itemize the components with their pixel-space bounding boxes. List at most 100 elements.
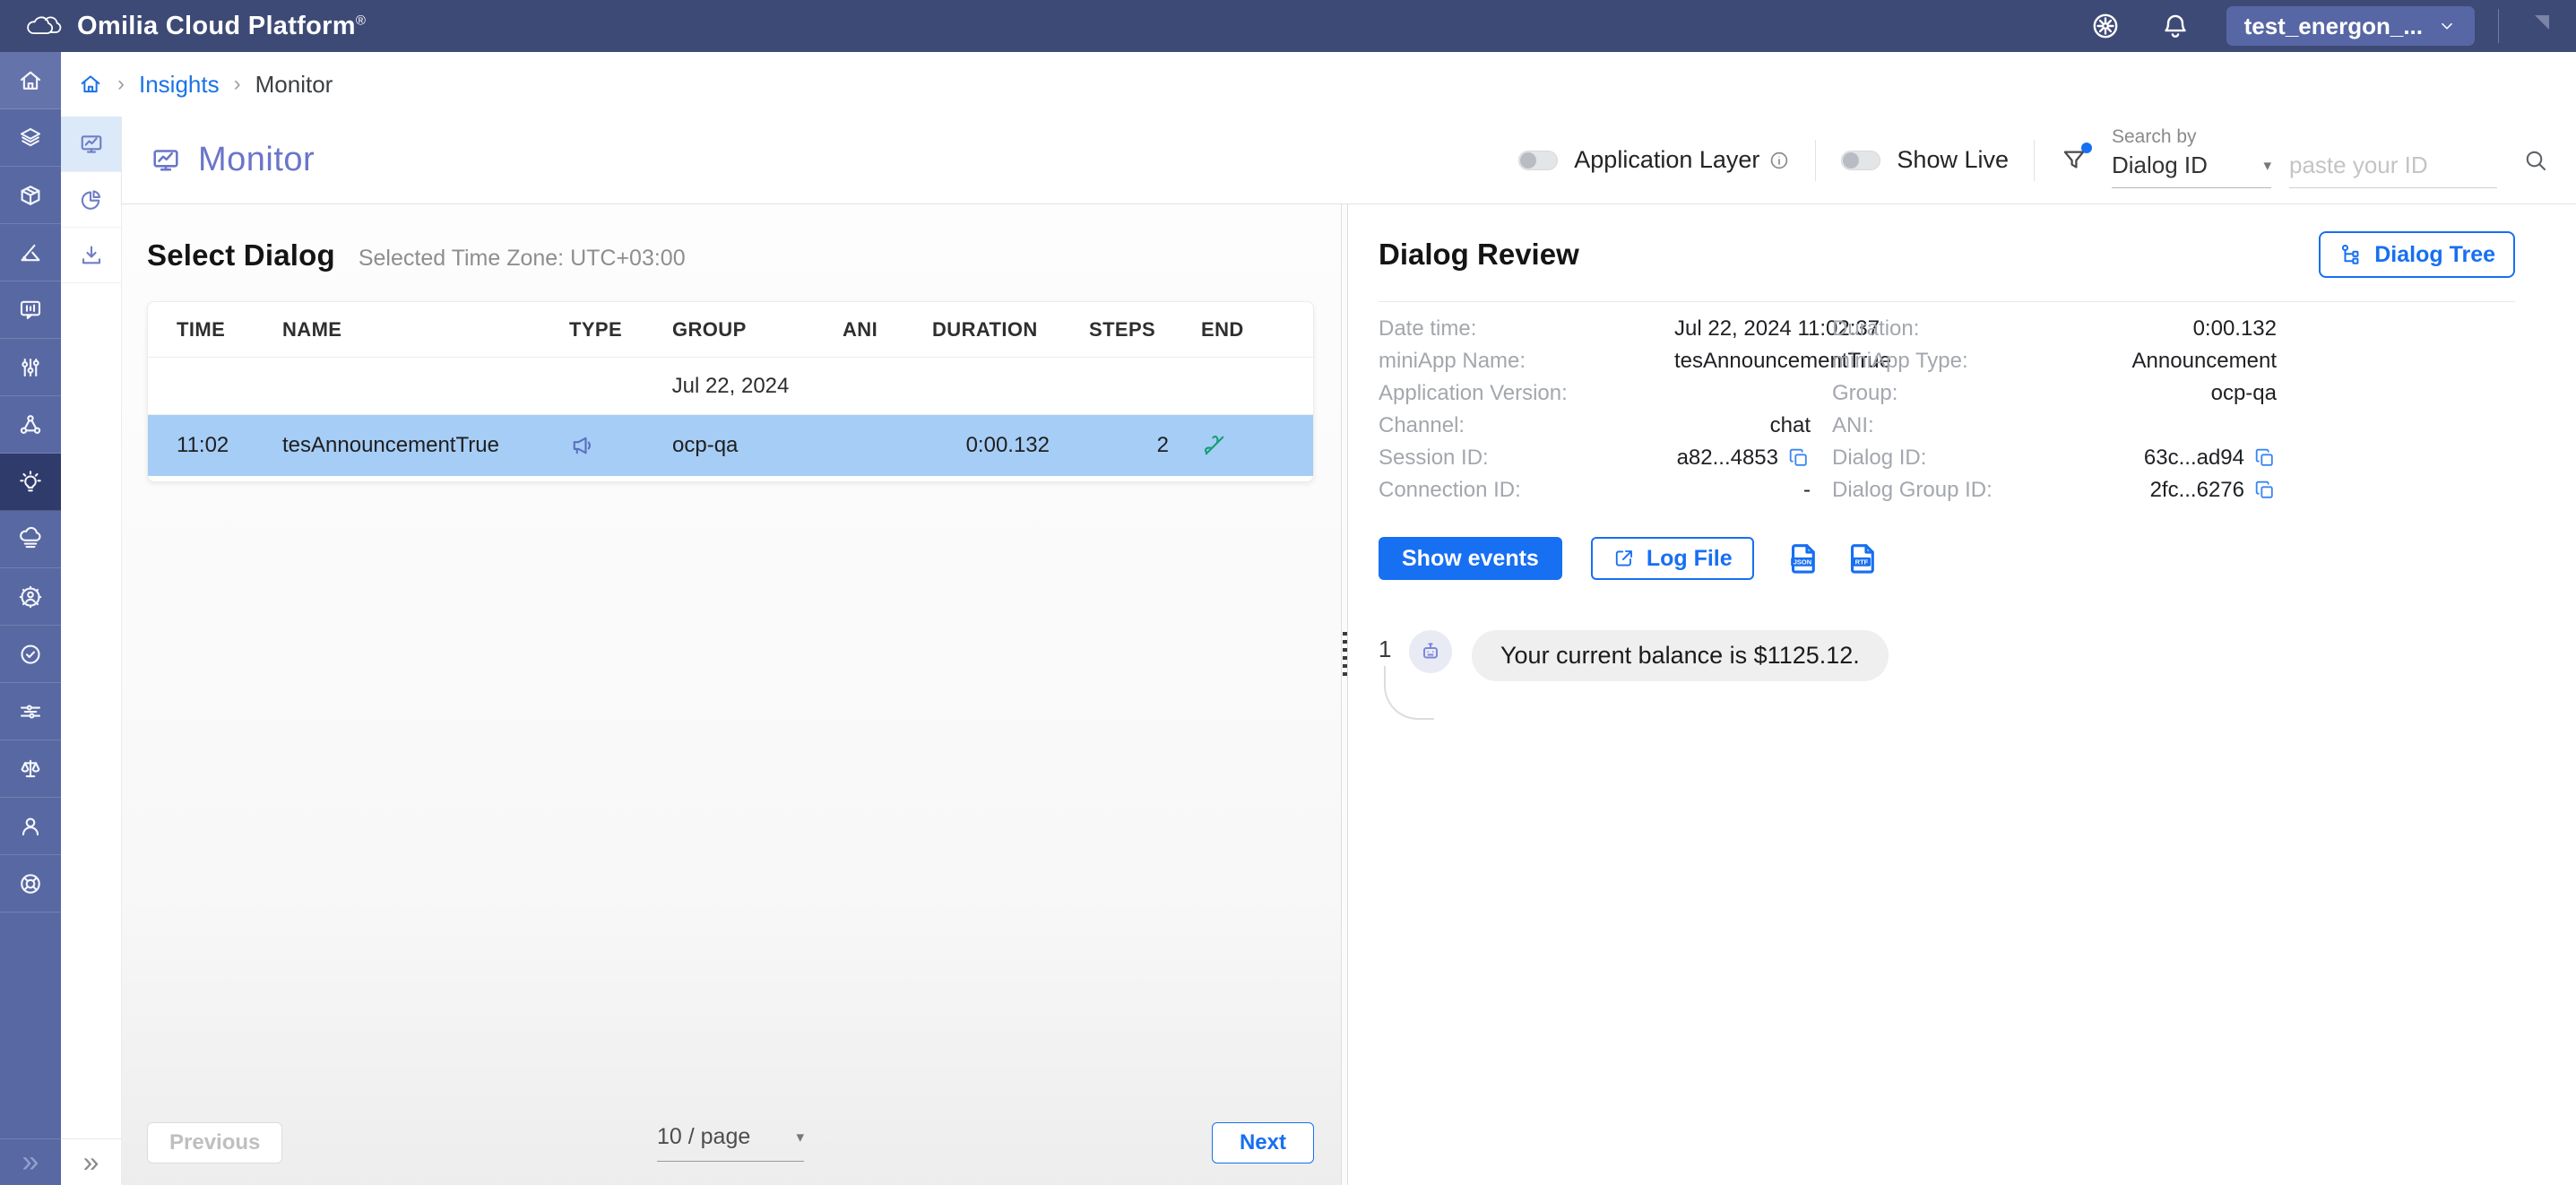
detail-row: Application Version: Group:ocp-qa xyxy=(1379,377,2515,410)
field-label-miniapp-type: miniApp Type: xyxy=(1832,349,2128,374)
field-label-miniapp-name: miniApp Name: xyxy=(1379,349,1674,374)
double-chevron-icon: » xyxy=(22,1145,39,1180)
life-ring-icon xyxy=(17,870,44,897)
robot-icon xyxy=(1418,639,1443,664)
sidebar-item-knowledge[interactable] xyxy=(0,511,61,568)
export-rtf-button[interactable]: RTF xyxy=(1844,539,1883,578)
secondary-item-exports[interactable] xyxy=(61,228,121,283)
page-size-value: 10 / page xyxy=(657,1124,750,1150)
package-icon xyxy=(17,182,44,209)
account-menu-button[interactable]: test_energon_... xyxy=(2226,6,2475,46)
sidebar-item-insights[interactable] xyxy=(0,454,61,511)
sidebar-item-ai-processing[interactable] xyxy=(0,683,61,740)
settings-gear-icon[interactable] xyxy=(2090,11,2121,41)
set-square-icon xyxy=(17,239,44,266)
dialog-actions: Show events Log File JSON xyxy=(1379,537,2515,580)
splitter-grip-handle[interactable] xyxy=(1343,632,1347,677)
cell-duration: 0:00.132 xyxy=(932,433,1089,458)
sidebar-item-support[interactable] xyxy=(0,855,61,913)
secondary-sidebar-expand-chevrons[interactable]: » xyxy=(61,1138,121,1185)
badge-check-icon xyxy=(17,641,44,668)
search-type-select[interactable]: Dialog ID ▾ xyxy=(2112,151,2271,188)
monitor-toolbar: Monitor Application Layer Show Live Sear… xyxy=(122,117,2576,204)
pane-splitter[interactable] xyxy=(1341,204,1348,1185)
pagination: Previous 10 / page ▾ Next xyxy=(147,1122,1314,1165)
message-index: 1 xyxy=(1379,636,1395,663)
chat-bars-icon xyxy=(17,297,44,324)
primary-sidebar-expand-chevrons[interactable]: » xyxy=(0,1138,61,1185)
search-type-value: Dialog ID xyxy=(2112,151,2208,179)
field-label-date-time: Date time: xyxy=(1379,316,1674,342)
copy-icon[interactable] xyxy=(1787,446,1811,470)
section-divider xyxy=(1379,301,2515,302)
secondary-item-monitor[interactable] xyxy=(61,117,121,172)
field-label-ani: ANI: xyxy=(1832,413,2128,438)
field-label-dialog-id: Dialog ID: xyxy=(1832,445,2128,471)
dialog-transcript: 1 Your current balance is $1125.12. xyxy=(1379,630,2515,681)
page-size-select[interactable]: 10 / page ▾ xyxy=(657,1124,804,1162)
pie-chart-icon xyxy=(78,186,105,213)
detail-row: miniApp Name:tesAnnouncementTrue miniApp… xyxy=(1379,345,2515,377)
notifications-bell-icon[interactable] xyxy=(2160,11,2191,41)
sidebar-item-admin[interactable] xyxy=(0,568,61,626)
brand: Omilia Cloud Platform® xyxy=(22,12,366,41)
sidebar-item-home[interactable] xyxy=(0,52,61,109)
table-row-selected[interactable]: 11:02 tesAnnouncementTrue ocp-qa 0:00.13… xyxy=(148,415,1313,476)
copy-icon[interactable] xyxy=(2253,446,2277,470)
sidebar-item-orchestrator[interactable] xyxy=(0,396,61,454)
breadcrumb-separator: › xyxy=(234,72,241,97)
breadcrumb-link-insights[interactable]: Insights xyxy=(139,71,220,99)
top-bar-actions: test_energon_... xyxy=(2051,6,2549,46)
scales-icon xyxy=(17,756,44,783)
search-id-input[interactable] xyxy=(2289,151,2497,188)
copy-icon[interactable] xyxy=(2253,479,2277,502)
node-network-icon xyxy=(17,411,44,438)
show-events-button[interactable]: Show events xyxy=(1379,537,1562,580)
show-live-toggle[interactable] xyxy=(1841,151,1880,170)
select-dialog-header: Select Dialog Selected Time Zone: UTC+03… xyxy=(147,238,1314,272)
select-dialog-title: Select Dialog xyxy=(147,238,335,272)
detail-row: Session ID:a82...4853 Dialog ID:63c...ad… xyxy=(1379,442,2515,474)
rtf-file-icon: RTF xyxy=(1844,539,1883,578)
field-label-session-id: Session ID: xyxy=(1379,445,1674,471)
next-page-button[interactable]: Next xyxy=(1212,1122,1314,1163)
sidebar-item-conversations[interactable] xyxy=(0,281,61,339)
timezone-label: Selected Time Zone: UTC+03:00 xyxy=(359,246,686,272)
dialogs-table: TIME NAME TYPE GROUP ANI DURATION STEPS … xyxy=(147,301,1314,482)
gear-user-icon xyxy=(17,584,44,610)
field-value-dialog-group-id: 2fc...6276 xyxy=(2128,478,2244,503)
page-title: Monitor xyxy=(198,141,315,179)
application-layer-toggle[interactable] xyxy=(1518,151,1558,170)
column-header-ani: ANI xyxy=(843,318,932,342)
export-json-button[interactable]: JSON xyxy=(1785,539,1824,578)
download-icon xyxy=(78,242,105,269)
search-icon[interactable] xyxy=(2522,147,2549,174)
previous-page-button[interactable]: Previous xyxy=(147,1122,282,1163)
field-label-channel: Channel: xyxy=(1379,413,1674,438)
brand-name: Omilia Cloud Platform® xyxy=(77,12,366,41)
cloud-stack-icon xyxy=(17,526,44,553)
info-icon[interactable] xyxy=(1768,150,1790,171)
lightbulb-insights-icon xyxy=(17,469,44,496)
filter-funnel-icon[interactable] xyxy=(2060,146,2088,175)
sidebar-item-applications[interactable] xyxy=(0,109,61,167)
breadcrumb: › Insights › Monitor xyxy=(61,52,2576,117)
breadcrumb-home-icon[interactable] xyxy=(78,72,103,97)
secondary-item-reports[interactable] xyxy=(61,172,121,228)
dialog-tree-button[interactable]: Dialog Tree xyxy=(2319,231,2515,278)
field-value-session-id: a82...4853 xyxy=(1674,445,1778,471)
sidebar-item-quality[interactable] xyxy=(0,626,61,683)
sidebar-item-miniapps[interactable] xyxy=(0,167,61,224)
sidebar-item-analytics[interactable] xyxy=(0,224,61,281)
log-file-label: Log File xyxy=(1647,546,1733,572)
sidebar-item-compliance[interactable] xyxy=(0,740,61,798)
column-header-group: GROUP xyxy=(672,318,843,342)
log-file-button[interactable]: Log File xyxy=(1591,537,1754,580)
json-file-icon: JSON xyxy=(1785,539,1824,578)
circuit-icon xyxy=(17,698,44,725)
detail-row: Channel:chat ANI: xyxy=(1379,410,2515,442)
search-by-label: Search by xyxy=(2112,126,2271,148)
sidebar-item-account[interactable] xyxy=(0,798,61,855)
field-value-channel: chat xyxy=(1674,413,1811,438)
sidebar-item-tuning[interactable] xyxy=(0,339,61,396)
